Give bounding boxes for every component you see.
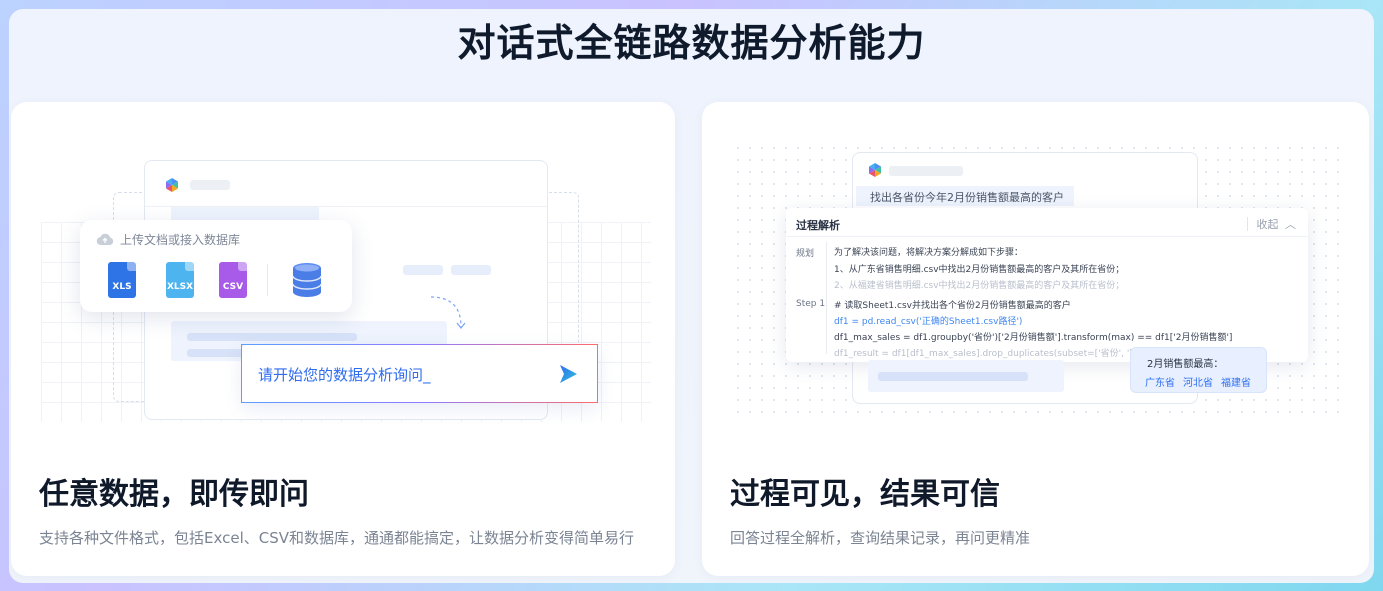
content-placeholder: [868, 360, 1064, 392]
card-description: 回答过程全解析，查询结果记录，再问更精准: [730, 529, 1031, 547]
code-line: df1_max_sales = df1.groupby('省份')['2月份销售…: [834, 333, 1233, 343]
plan-label: 规划: [796, 249, 815, 259]
chip-placeholder: [403, 265, 443, 275]
feature-card-visible-process: 找出各省份今年2月份销售额最高的客户 过程解析 收起 ︿ 规划 为了解决该问题，…: [702, 102, 1369, 576]
title-placeholder: [190, 180, 230, 190]
feature-section: 对话式全链路数据分析能力 上传文档或接入数据库 XLS XLSX CSV 请开始…: [9, 9, 1374, 583]
line-placeholder: [878, 372, 1028, 381]
app-logo-icon: [869, 163, 881, 177]
chip-placeholder: [451, 265, 491, 275]
process-title: 过程解析: [796, 219, 840, 232]
xlsx-file-icon[interactable]: XLSX: [166, 262, 194, 298]
step-label: Step 1: [796, 299, 826, 309]
code-line: df1_result = df1[df1_max_sales].drop_dup…: [834, 349, 1175, 359]
cloud-upload-icon: [96, 233, 114, 246]
result-value[interactable]: 福建省: [1221, 374, 1251, 389]
plan-line: 2、从福建省销售明细.csv中找出2月份销售额最高的客户及其所在省份；: [834, 281, 1125, 291]
collapse-label: 收起: [1256, 218, 1279, 231]
upload-label: 上传文档或接入数据库: [120, 233, 241, 247]
result-title: 2月销售额最高：: [1147, 359, 1224, 370]
divider: [267, 264, 268, 296]
code-line: # 读取Sheet1.csv并找出各个省份2月份销售额最高的客户: [834, 301, 1071, 311]
curved-arrow-icon: [430, 296, 466, 329]
divider: [786, 236, 1308, 237]
page-title: 对话式全链路数据分析能力: [457, 21, 926, 65]
card-title: 任意数据，即传即问: [39, 477, 309, 512]
divider: [1247, 217, 1248, 231]
collapse-button[interactable]: 收起 ︿: [1257, 216, 1297, 232]
result-value[interactable]: 广东省: [1145, 374, 1175, 389]
card-description: 支持各种文件格式，包括Excel、CSV和数据库，通通都能搞定，让数据分析变得简…: [39, 529, 634, 547]
line-placeholder: [187, 333, 357, 341]
plan-line: 1、从广东省销售明细.csv中找出2月份销售额最高的客户及其所在省份；: [834, 265, 1125, 275]
result-card: 2月销售额最高： 广东省 河北省 福建省: [1130, 347, 1267, 393]
query-input[interactable]: 请开始您的数据分析询问_: [241, 344, 598, 403]
user-question: 找出各省份今年2月份销售额最高的客户: [856, 186, 1074, 206]
feature-card-any-data: 上传文档或接入数据库 XLS XLSX CSV 请开始您的数据分析询问_ 任意数…: [11, 102, 675, 576]
plan-line: 为了解决该问题，将解决方案分解成如下步骤：: [834, 248, 1024, 258]
chevron-up-icon: ︿: [1285, 218, 1296, 231]
upload-panel[interactable]: 上传文档或接入数据库 XLS XLSX CSV: [80, 220, 352, 312]
title-placeholder: [889, 166, 963, 176]
code-line: df1 = pd.read_csv('正确的Sheet1.csv路径'): [834, 317, 1023, 327]
process-panel: 过程解析 收起 ︿ 规划 为了解决该问题，将解决方案分解成如下步骤： 1、从广东…: [786, 208, 1308, 362]
xls-file-icon[interactable]: XLS: [108, 262, 136, 298]
app-logo-icon: [166, 178, 178, 192]
csv-file-icon[interactable]: CSV: [219, 262, 247, 298]
database-icon[interactable]: [292, 262, 322, 298]
query-placeholder: 请开始您的数据分析询问_: [258, 366, 431, 384]
send-icon[interactable]: [557, 363, 579, 385]
card-title: 过程可见，结果可信: [730, 477, 1000, 512]
result-value[interactable]: 河北省: [1183, 374, 1213, 389]
divider: [826, 242, 827, 354]
